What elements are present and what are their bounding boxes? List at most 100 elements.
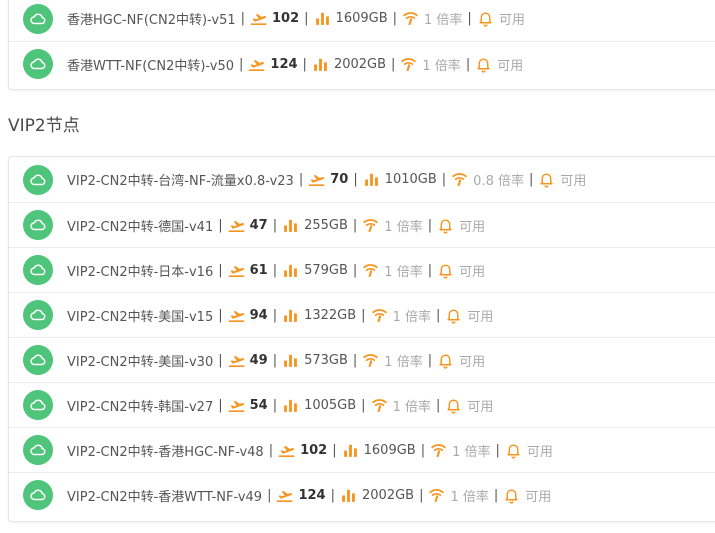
bar-chart-icon [282,307,299,324]
separator: | [240,11,246,26]
ratio-label: 1 倍率 [450,489,489,505]
node-row[interactable]: VIP2-CN2中转-美国-v15 | 94 | 1322GB | 1 倍率 |… [9,292,715,337]
ratio-label: 1 倍率 [422,58,461,74]
separator: | [361,397,366,413]
separator: | [218,307,223,323]
bell-icon [538,171,555,188]
cloud-icon [23,255,53,285]
plane-departure-icon [276,487,293,504]
bell-icon [477,10,494,27]
bar-chart-icon [314,10,331,27]
separator: | [352,217,358,233]
node-row[interactable]: VIP2-CN2中转-台湾-NF-流量x0.8-v23 | 70 | 1010G… [9,157,715,202]
online-count: 124 [298,487,326,503]
status-label: 可用 [497,58,524,74]
bar-chart-icon [282,397,299,414]
separator: | [361,307,366,323]
cloud-icon [23,480,53,510]
traffic-used: 1609GB [363,442,416,458]
separator: | [427,352,433,368]
wifi-signal-icon [362,352,379,369]
separator: | [218,262,223,278]
separator: | [419,487,424,503]
traffic-used: 1005GB [304,397,357,413]
status-label: 可用 [459,354,486,370]
separator: | [352,262,358,278]
status-label: 可用 [498,13,525,28]
separator: | [272,397,278,413]
plane-departure-icon [248,56,265,73]
ratio-label: 1 倍率 [384,264,423,280]
traffic-used: 1010GB [384,172,437,187]
cloud-icon [23,3,53,34]
separator: | [420,442,426,458]
ratio-label: 1 倍率 [452,444,491,460]
bell-icon [437,262,454,279]
node-row[interactable]: VIP2-CN2中转-香港HGC-NF-v48 | 102 | 1609GB |… [9,427,715,472]
wifi-signal-icon [428,487,445,504]
separator: | [391,56,396,72]
node-row[interactable]: VIP2-CN2中转-香港WTT-NF-v49 | 124 | 2002GB |… [9,472,715,517]
bar-chart-icon [282,352,299,369]
separator: | [239,56,244,72]
separator: | [332,442,337,458]
node-row[interactable]: VIP2-CN2中转-美国-v30 | 49 | 573GB | 1 倍率 | … [9,337,715,382]
bar-chart-icon [312,56,329,73]
wifi-signal-icon [371,307,388,324]
traffic-used: 2002GB [333,56,387,72]
node-row[interactable]: VIP2-CN2中转-德国-v41 | 47 | 255GB | 1 倍率 | … [9,202,715,247]
separator: | [427,262,433,278]
wifi-signal-icon [402,10,419,27]
separator: | [465,56,471,72]
ratio-label: 1 倍率 [384,354,423,370]
separator: | [467,11,472,26]
node-row[interactable]: VIP2-CN2中转-韩国-v27 | 54 | 1005GB | 1 倍率 |… [9,382,715,427]
status-label: 可用 [459,219,486,235]
cloud-icon [23,164,53,195]
node-name: VIP2-CN2中转-台湾-NF-流量x0.8-v23 [67,174,294,189]
separator: | [495,442,500,458]
separator: | [435,307,441,323]
separator: | [528,172,534,187]
plane-departure-icon [278,442,295,459]
status-label: 可用 [467,309,494,325]
node-name: VIP2-CN2中转-德国-v41 [67,219,214,235]
section-title: VIP2节点 [8,116,80,136]
node-name: VIP2-CN2中转-韩国-v27 [67,399,214,415]
node-card-top: 香港HGC-NF(CN2中转)-v51 | 102 | 1609GB | 1 倍… [8,0,715,90]
bar-chart-icon [282,217,299,234]
plane-departure-icon [308,171,325,188]
online-count: 102 [300,442,328,458]
node-row[interactable]: 香港WTT-NF(CN2中转)-v50 | 124 | 2002GB | 1 倍… [9,41,715,86]
wifi-signal-icon [451,171,468,188]
separator: | [218,397,223,413]
online-count: 54 [249,397,268,413]
online-count: 124 [270,56,298,72]
ratio-label: 1 倍率 [424,13,463,28]
wifi-signal-icon [371,397,388,414]
separator: | [427,217,433,233]
separator: | [493,487,499,503]
cloud-icon [23,390,53,420]
node-name: VIP2-CN2中转-香港WTT-NF-v49 [67,489,263,505]
cloud-icon [23,345,53,375]
node-name: VIP2-CN2中转-美国-v15 [67,309,214,325]
ratio-label: 1 倍率 [392,309,431,325]
traffic-used: 1609GB [335,11,388,26]
plane-departure-icon [228,352,245,369]
plane-departure-icon [228,217,245,234]
bar-chart-icon [340,487,357,504]
cloud-icon [23,49,53,79]
bell-icon [437,352,454,369]
bar-chart-icon [282,262,299,279]
node-name: VIP2-CN2中转-美国-v30 [67,354,214,370]
separator: | [441,172,447,187]
node-row[interactable]: VIP2-CN2中转-日本-v16 | 61 | 579GB | 1 倍率 | … [9,247,715,292]
node-row[interactable]: 香港HGC-NF(CN2中转)-v51 | 102 | 1609GB | 1 倍… [9,0,715,41]
ratio-label: 0.8 倍率 [473,174,524,189]
separator: | [272,352,278,368]
online-count: 102 [272,11,300,26]
node-list-page: 香港HGC-NF(CN2中转)-v51 | 102 | 1609GB | 1 倍… [0,0,715,533]
ratio-label: 1 倍率 [384,219,423,235]
traffic-used: 579GB [304,262,348,278]
